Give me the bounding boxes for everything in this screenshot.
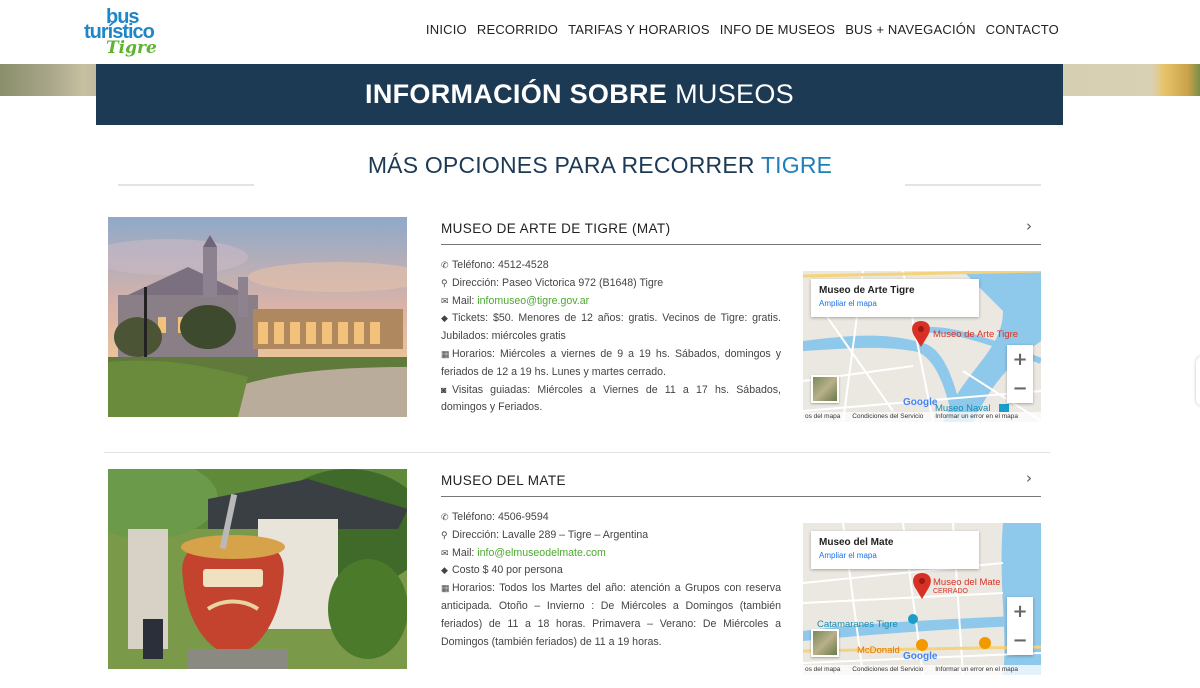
calendar-icon: ▦: [441, 583, 450, 594]
mail-icon: ✉: [441, 295, 449, 306]
section-separator: [104, 452, 1050, 453]
map-footer: os del mapa Condiciones del Servicio Inf…: [803, 665, 1041, 675]
map-zoom-control: + −: [1007, 345, 1033, 403]
museum-title-mate[interactable]: MUSEO DEL MATE: [441, 473, 1041, 488]
embedded-map-mate[interactable]: Museo del Mate Ampliar el mapa Museo del…: [803, 523, 1041, 675]
map-zoom-control: + −: [1007, 597, 1033, 655]
museum-mail-link[interactable]: infomuseo@tigre.gov.ar: [477, 295, 589, 307]
zoom-in-button[interactable]: +: [1007, 345, 1033, 374]
embedded-map-mat[interactable]: Museo de Arte Tigre Ampliar el mapa Muse…: [803, 271, 1041, 422]
map-place-label-2: McDonald: [857, 645, 900, 656]
museum-address: Dirección: Lavalle 289 – Tigre – Argenti…: [452, 528, 649, 541]
phone-icon: ✆: [441, 260, 449, 270]
google-logo: Google: [903, 397, 938, 408]
map-marker-icon: ⚲: [441, 529, 448, 540]
museum-card-mate: MUSEO DEL MATE › ✆ Teléfono: 4506-9594 ⚲ D…: [106, 469, 1052, 679]
ticket-icon: ◆: [441, 565, 448, 576]
zoom-in-button[interactable]: +: [1007, 597, 1033, 626]
map-info-card: Museo de Arte Tigre Ampliar el mapa: [811, 279, 979, 317]
map-satellite-thumbnail[interactable]: [811, 629, 839, 657]
museum-title-mat[interactable]: MUSEO DE ARTE DE TIGRE (MAT): [441, 221, 1041, 236]
zoom-out-button[interactable]: −: [1007, 374, 1033, 403]
map-footer-terms[interactable]: Condiciones del Servicio: [852, 413, 923, 420]
museum-mail-label: Mail:: [452, 546, 478, 559]
page-title-banner: INFORMACIÓN SOBRE MUSEOS: [96, 64, 1063, 125]
title-underline: [441, 496, 1041, 497]
map-expand-link[interactable]: Ampliar el mapa: [819, 551, 971, 560]
museum-tours: Visitas guiadas: Miércoles a Viernes de …: [441, 383, 781, 414]
map-pin-label: Museo del Mate: [933, 577, 1001, 588]
museum-phone: Teléfono: 4506-9594: [452, 511, 549, 523]
chevron-right-icon[interactable]: ›: [1026, 217, 1032, 235]
museum-photo-mate: [108, 469, 407, 669]
museum-address: Dirección: Paseo Victorica 972 (B1648) T…: [452, 276, 664, 289]
page-title-light: MUSEOS: [675, 79, 794, 109]
map-card-title: Museo de Arte Tigre: [819, 285, 915, 296]
title-underline: [441, 244, 1041, 245]
mail-icon: ✉: [441, 547, 449, 558]
section-subtitle: MÁS OPCIONES PARA RECORRER TIGRE: [0, 152, 1200, 179]
museum-cost: Costo $ 40 por persona: [452, 564, 563, 577]
museum-info-mate: ✆ Teléfono: 4506-9594 ⚲ Dirección: Lavalle…: [441, 509, 781, 651]
ticket-icon: ◆: [441, 313, 448, 324]
map-expand-link[interactable]: Ampliar el mapa: [819, 299, 971, 308]
page-title-bold: INFORMACIÓN SOBRE: [365, 79, 668, 109]
subtitle-accent: TIGRE: [760, 152, 833, 178]
nav-contacto[interactable]: CONTACTO: [986, 22, 1059, 37]
calendar-icon: ▦: [441, 348, 450, 359]
chevron-right-icon[interactable]: ›: [1026, 469, 1032, 487]
zoom-out-button[interactable]: −: [1007, 626, 1033, 655]
map-footer-report[interactable]: Informar un error en el mapa: [935, 666, 1018, 673]
museum-card-mat: MUSEO DE ARTE DE TIGRE (MAT) › ✆ Teléfono…: [106, 217, 1052, 427]
museum-phone: Teléfono: 4512-4528: [452, 259, 549, 271]
museum-hours: Horarios: Miércoles a viernes de 9 a 19 …: [441, 347, 781, 378]
map-footer-data[interactable]: os del mapa: [805, 413, 840, 420]
site-header: bus turístico Tigre INICIO RECORRIDO TAR…: [0, 0, 1200, 64]
main-nav: INICIO RECORRIDO TARIFAS Y HORARIOS INFO…: [416, 22, 1059, 37]
map-footer-report[interactable]: Informar un error en el mapa: [935, 413, 1018, 420]
subtitle-divider-right: [905, 184, 1041, 186]
map-marker-icon: ⚲: [441, 277, 448, 288]
nav-recorrido[interactable]: RECORRIDO: [477, 22, 558, 37]
site-logo[interactable]: bus turístico Tigre: [84, 6, 166, 58]
museum-photo-mat: [108, 217, 407, 417]
nav-tarifas-horarios[interactable]: TARIFAS Y HORARIOS: [568, 22, 710, 37]
camera-icon: ◙: [441, 384, 447, 395]
subtitle-main: MÁS OPCIONES PARA RECORRER: [367, 152, 755, 178]
map-satellite-thumbnail[interactable]: [811, 375, 839, 403]
museum-hours: Horarios: Todos los Martes del año: aten…: [441, 582, 781, 648]
museum-mail-label: Mail:: [452, 294, 478, 307]
nav-bus-navegacion[interactable]: BUS + NAVEGACIÓN: [845, 22, 975, 37]
logo-line-3: Tigre: [106, 38, 157, 58]
scroll-side-tab[interactable]: [1196, 356, 1200, 406]
nav-inicio[interactable]: INICIO: [426, 22, 467, 37]
map-info-card: Museo del Mate Ampliar el mapa: [811, 531, 979, 569]
map-footer: os del mapa Condiciones del Servicio Inf…: [803, 412, 1041, 422]
map-footer-terms[interactable]: Condiciones del Servicio: [852, 666, 923, 673]
museum-mail-link[interactable]: info@elmuseodelmate.com: [477, 547, 606, 559]
phone-icon: ✆: [441, 512, 449, 522]
map-card-title: Museo del Mate: [819, 537, 894, 548]
museum-info-mat: ✆ Teléfono: 4512-4528 ⚲ Dirección: Paseo V…: [441, 257, 781, 417]
google-logo: Google: [903, 651, 938, 662]
museum-tickets: Tickets: $50. Menores de 12 años: gratis…: [441, 312, 781, 343]
subtitle-divider-left: [118, 184, 254, 186]
map-pin-status: CERRADO: [933, 588, 969, 595]
map-pin-label: Museo de Arte Tigre: [933, 329, 1019, 340]
nav-info-museos[interactable]: INFO DE MUSEOS: [720, 22, 835, 37]
map-footer-data[interactable]: os del mapa: [805, 666, 840, 673]
